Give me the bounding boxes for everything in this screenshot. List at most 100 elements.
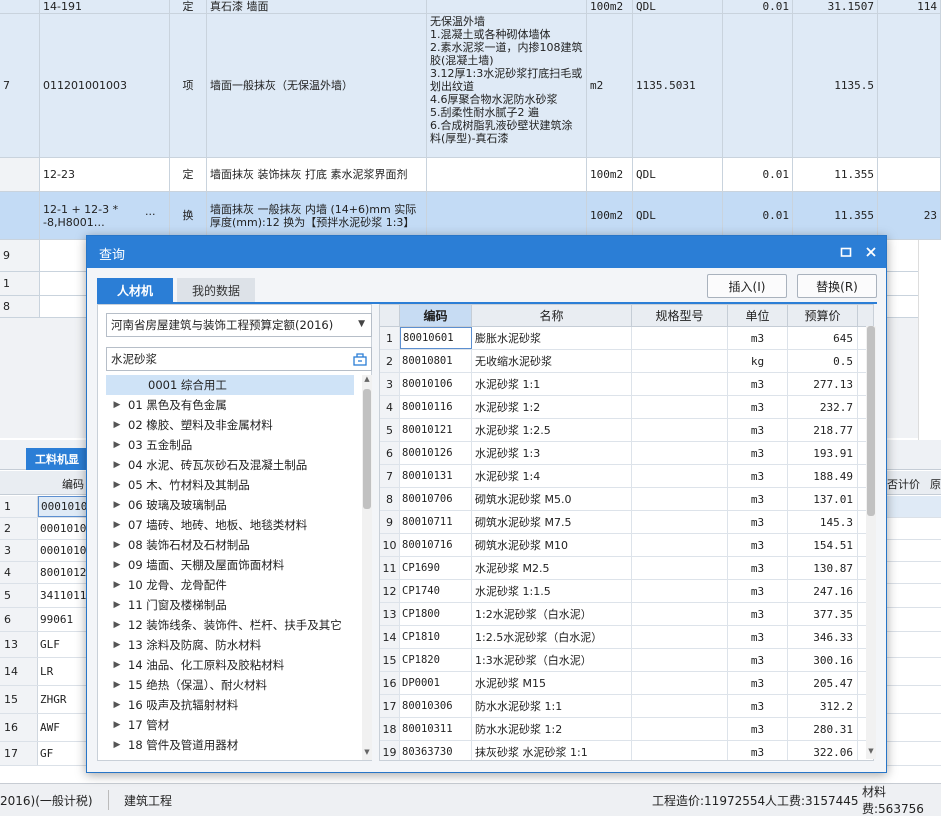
search-field[interactable] (106, 347, 372, 371)
chevron-right-icon[interactable]: ▶ (106, 480, 128, 490)
table-row[interactable]: 3 80010106 水泥砂浆 1:1 m3 277.13 (380, 373, 873, 396)
grid-cell-code: 011201001003 (40, 14, 170, 157)
close-icon[interactable] (861, 242, 881, 262)
insert-button[interactable]: 插入(I) (707, 274, 787, 298)
table-row[interactable]: 17 80010306 防水水泥砂浆 1:1 m3 312.2 (380, 695, 873, 718)
chevron-right-icon[interactable]: ▶ (106, 560, 128, 570)
grid-row[interactable]: 12-23 定 墙面抹灰 装饰抹灰 打底 素水泥浆界面剂 100m2 QDL 0.01 11… (0, 158, 941, 192)
header-code[interactable]: 编码 (400, 305, 472, 327)
cell-price: 645 (788, 327, 858, 349)
tree-item[interactable]: ▶ 02 橡胶、塑料及非金属材料 (106, 415, 354, 435)
table-row[interactable]: 4 80010116 水泥砂浆 1:2 m3 232.7 (380, 396, 873, 419)
tree-scroll-thumb[interactable] (363, 389, 371, 509)
table-row[interactable]: 15 CP1820 1:3水泥砂浆（白水泥） m3 300.16 (380, 649, 873, 672)
header-name[interactable]: 名称 (472, 305, 632, 327)
header-unit[interactable]: 单位 (728, 305, 788, 327)
tree-item[interactable]: ▶ 18 管件及管道用器材 (106, 735, 354, 755)
tree-item[interactable]: ▶ 05 木、竹材料及其制品 (106, 475, 354, 495)
tree-item[interactable]: ▶ 10 龙骨、龙骨配件 (106, 575, 354, 595)
tab-my-data[interactable]: 我的数据 (177, 278, 255, 302)
table-row[interactable]: 13 CP1800 1:2水泥砂浆（白水泥） m3 377.35 (380, 603, 873, 626)
bottom-row-index: 2 (0, 518, 38, 539)
chevron-right-icon[interactable]: ▶ (106, 420, 128, 430)
table-scroll-down-icon[interactable]: ▼ (867, 747, 875, 759)
category-pane: 河南省房屋建筑与装饰工程预算定额(2016) ▼ 0001 综合用工▶01 黑色… (97, 304, 372, 761)
table-row[interactable]: 16 DP0001 水泥砂浆 M15 m3 205.47 (380, 672, 873, 695)
tree-item[interactable]: ▶ 14 油品、化工原料及胶粘材料 (106, 655, 354, 675)
grid-row[interactable]: 7 011201001003 项 墙面一般抹灰（无保温外墙） 无保温外墙 1.混凝土或各… (0, 14, 941, 158)
chevron-right-icon[interactable]: ▶ (106, 620, 128, 630)
chevron-right-icon[interactable]: ▶ (106, 400, 128, 410)
table-scroll-thumb[interactable] (867, 326, 875, 516)
replace-button[interactable]: 替换(R) (797, 274, 877, 298)
tree-item[interactable]: ▶ 07 墙砖、地砖、地板、地毯类材料 (106, 515, 354, 535)
table-row[interactable]: 8 80010706 砌筑水泥砂浆 M5.0 m3 137.01 (380, 488, 873, 511)
dialog-titlebar[interactable]: 查询 (87, 236, 886, 268)
cell-price: 0.5 (788, 350, 858, 372)
tree-item[interactable]: ▶ 03 五金制品 (106, 435, 354, 455)
chevron-right-icon[interactable]: ▶ (106, 540, 128, 550)
table-row[interactable]: 14 CP1810 1:2.5水泥砂浆（白水泥） m3 346.33 (380, 626, 873, 649)
filter-icon[interactable] (353, 352, 367, 369)
scroll-down-icon[interactable]: ▼ (363, 748, 371, 760)
chevron-right-icon[interactable]: ▶ (106, 660, 128, 670)
tree-item[interactable]: ▶ 15 绝热（保温）、耐火材料 (106, 675, 354, 695)
status-project-type[interactable]: 建筑工程 (124, 792, 172, 809)
quota-library-select[interactable]: 河南省房屋建筑与装饰工程预算定额(2016) ▼ (106, 313, 372, 337)
search-input[interactable] (111, 352, 341, 366)
grid-row[interactable]: 14-191 定 真石漆 墙面 100m2 QDL 0.01 31.1507 114 (0, 0, 941, 14)
chevron-right-icon[interactable]: ▶ (106, 460, 128, 470)
status-project-cost: 工程造价:11972554 (652, 793, 766, 808)
table-row[interactable]: 18 80010311 防水水泥砂浆 1:2 m3 280.31 (380, 718, 873, 741)
table-row[interactable]: 9 80010711 砌筑水泥砂浆 M7.5 m3 145.3 (380, 511, 873, 534)
table-row[interactable]: 2 80010801 无收缩水泥砂浆 kg 0.5 (380, 350, 873, 373)
grid-row[interactable]: 12-1 + 12-3 * -8,H8001… 换墙面抹灰 一般抹灰 内墙 (14… (0, 192, 941, 240)
tree-item[interactable]: ▶ 09 墙面、天棚及屋面饰面材料 (106, 555, 354, 575)
cell-code: 80010601 (400, 327, 472, 349)
chevron-right-icon[interactable]: ▶ (106, 740, 128, 750)
table-scrollbar[interactable]: ▼ (866, 326, 876, 759)
table-row[interactable]: 10 80010716 砌筑水泥砂浆 M10 m3 154.51 (380, 534, 873, 557)
chevron-right-icon[interactable]: ▶ (106, 720, 128, 730)
tree-item[interactable]: ▶ 06 玻璃及玻璃制品 (106, 495, 354, 515)
table-row[interactable]: 11 CP1690 水泥砂浆 M2.5 m3 130.87 (380, 557, 873, 580)
chevron-right-icon[interactable]: ▶ (106, 700, 128, 710)
table-row[interactable]: 5 80010121 水泥砂浆 1:2.5 m3 218.77 (380, 419, 873, 442)
tab-resource-display[interactable]: 工料机显 (26, 448, 88, 470)
grid-cell-unit: 100m2 (587, 192, 633, 239)
maximize-icon[interactable] (836, 242, 856, 262)
chevron-right-icon[interactable]: ▶ (106, 500, 128, 510)
tree-item[interactable]: ▶ 13 涂料及防腐、防水材料 (106, 635, 354, 655)
tree-item[interactable]: ▶ 12 装饰线条、装饰件、栏杆、扶手及其它 (106, 615, 354, 635)
tree-scrollbar[interactable]: ▲ ▼ (362, 375, 372, 760)
scroll-up-icon[interactable]: ▲ (363, 375, 371, 387)
chevron-right-icon[interactable]: ▶ (106, 680, 128, 690)
chevron-right-icon[interactable]: ▶ (106, 520, 128, 530)
tree-item[interactable]: ▶ 17 管材 (106, 715, 354, 735)
chevron-down-icon[interactable]: ▼ (358, 319, 365, 329)
chevron-right-icon[interactable]: ▶ (106, 640, 128, 650)
table-row[interactable]: 12 CP1740 水泥砂浆 1:1.5 m3 247.16 (380, 580, 873, 603)
cell-unit: m3 (728, 396, 788, 418)
header-price[interactable]: 预算价 (788, 305, 858, 327)
more-icon[interactable]: ··· (145, 208, 156, 221)
tree-item[interactable]: ▶ 01 黑色及有色金属 (106, 395, 354, 415)
table-row[interactable]: 6 80010126 水泥砂浆 1:3 m3 193.91 (380, 442, 873, 465)
chevron-right-icon[interactable]: ▶ (106, 600, 128, 610)
tree-item[interactable]: ▶ 04 水泥、砖瓦灰砂石及混凝土制品 (106, 455, 354, 475)
tree-item[interactable]: ▶ 08 装饰石材及石材制品 (106, 535, 354, 555)
cell-price: 322.06 (788, 741, 858, 760)
bottom-row-code: 80010127 (38, 562, 88, 583)
cell-unit: m3 (728, 649, 788, 671)
chevron-right-icon[interactable]: ▶ (106, 440, 128, 450)
tab-materials[interactable]: 人材机 (97, 278, 173, 302)
tree-item[interactable]: ▶ 16 吸声及抗辐射材料 (106, 695, 354, 715)
chevron-right-icon[interactable]: ▶ (106, 580, 128, 590)
tree-item[interactable]: 0001 综合用工 (106, 375, 354, 395)
table-row[interactable]: 19 80363730 抹灰砂浆 水泥砂浆 1:1 m3 322.06 (380, 741, 873, 760)
table-row[interactable]: 7 80010131 水泥砂浆 1:4 m3 188.49 (380, 465, 873, 488)
table-row[interactable]: 1 80010601 膨胀水泥砂浆 m3 645 (380, 327, 873, 350)
tree-item[interactable]: ▶ 11 门窗及楼梯制品 (106, 595, 354, 615)
header-spec[interactable]: 规格型号 (632, 305, 728, 327)
tree-item-label: 14 油品、化工原料及胶粘材料 (128, 658, 285, 672)
